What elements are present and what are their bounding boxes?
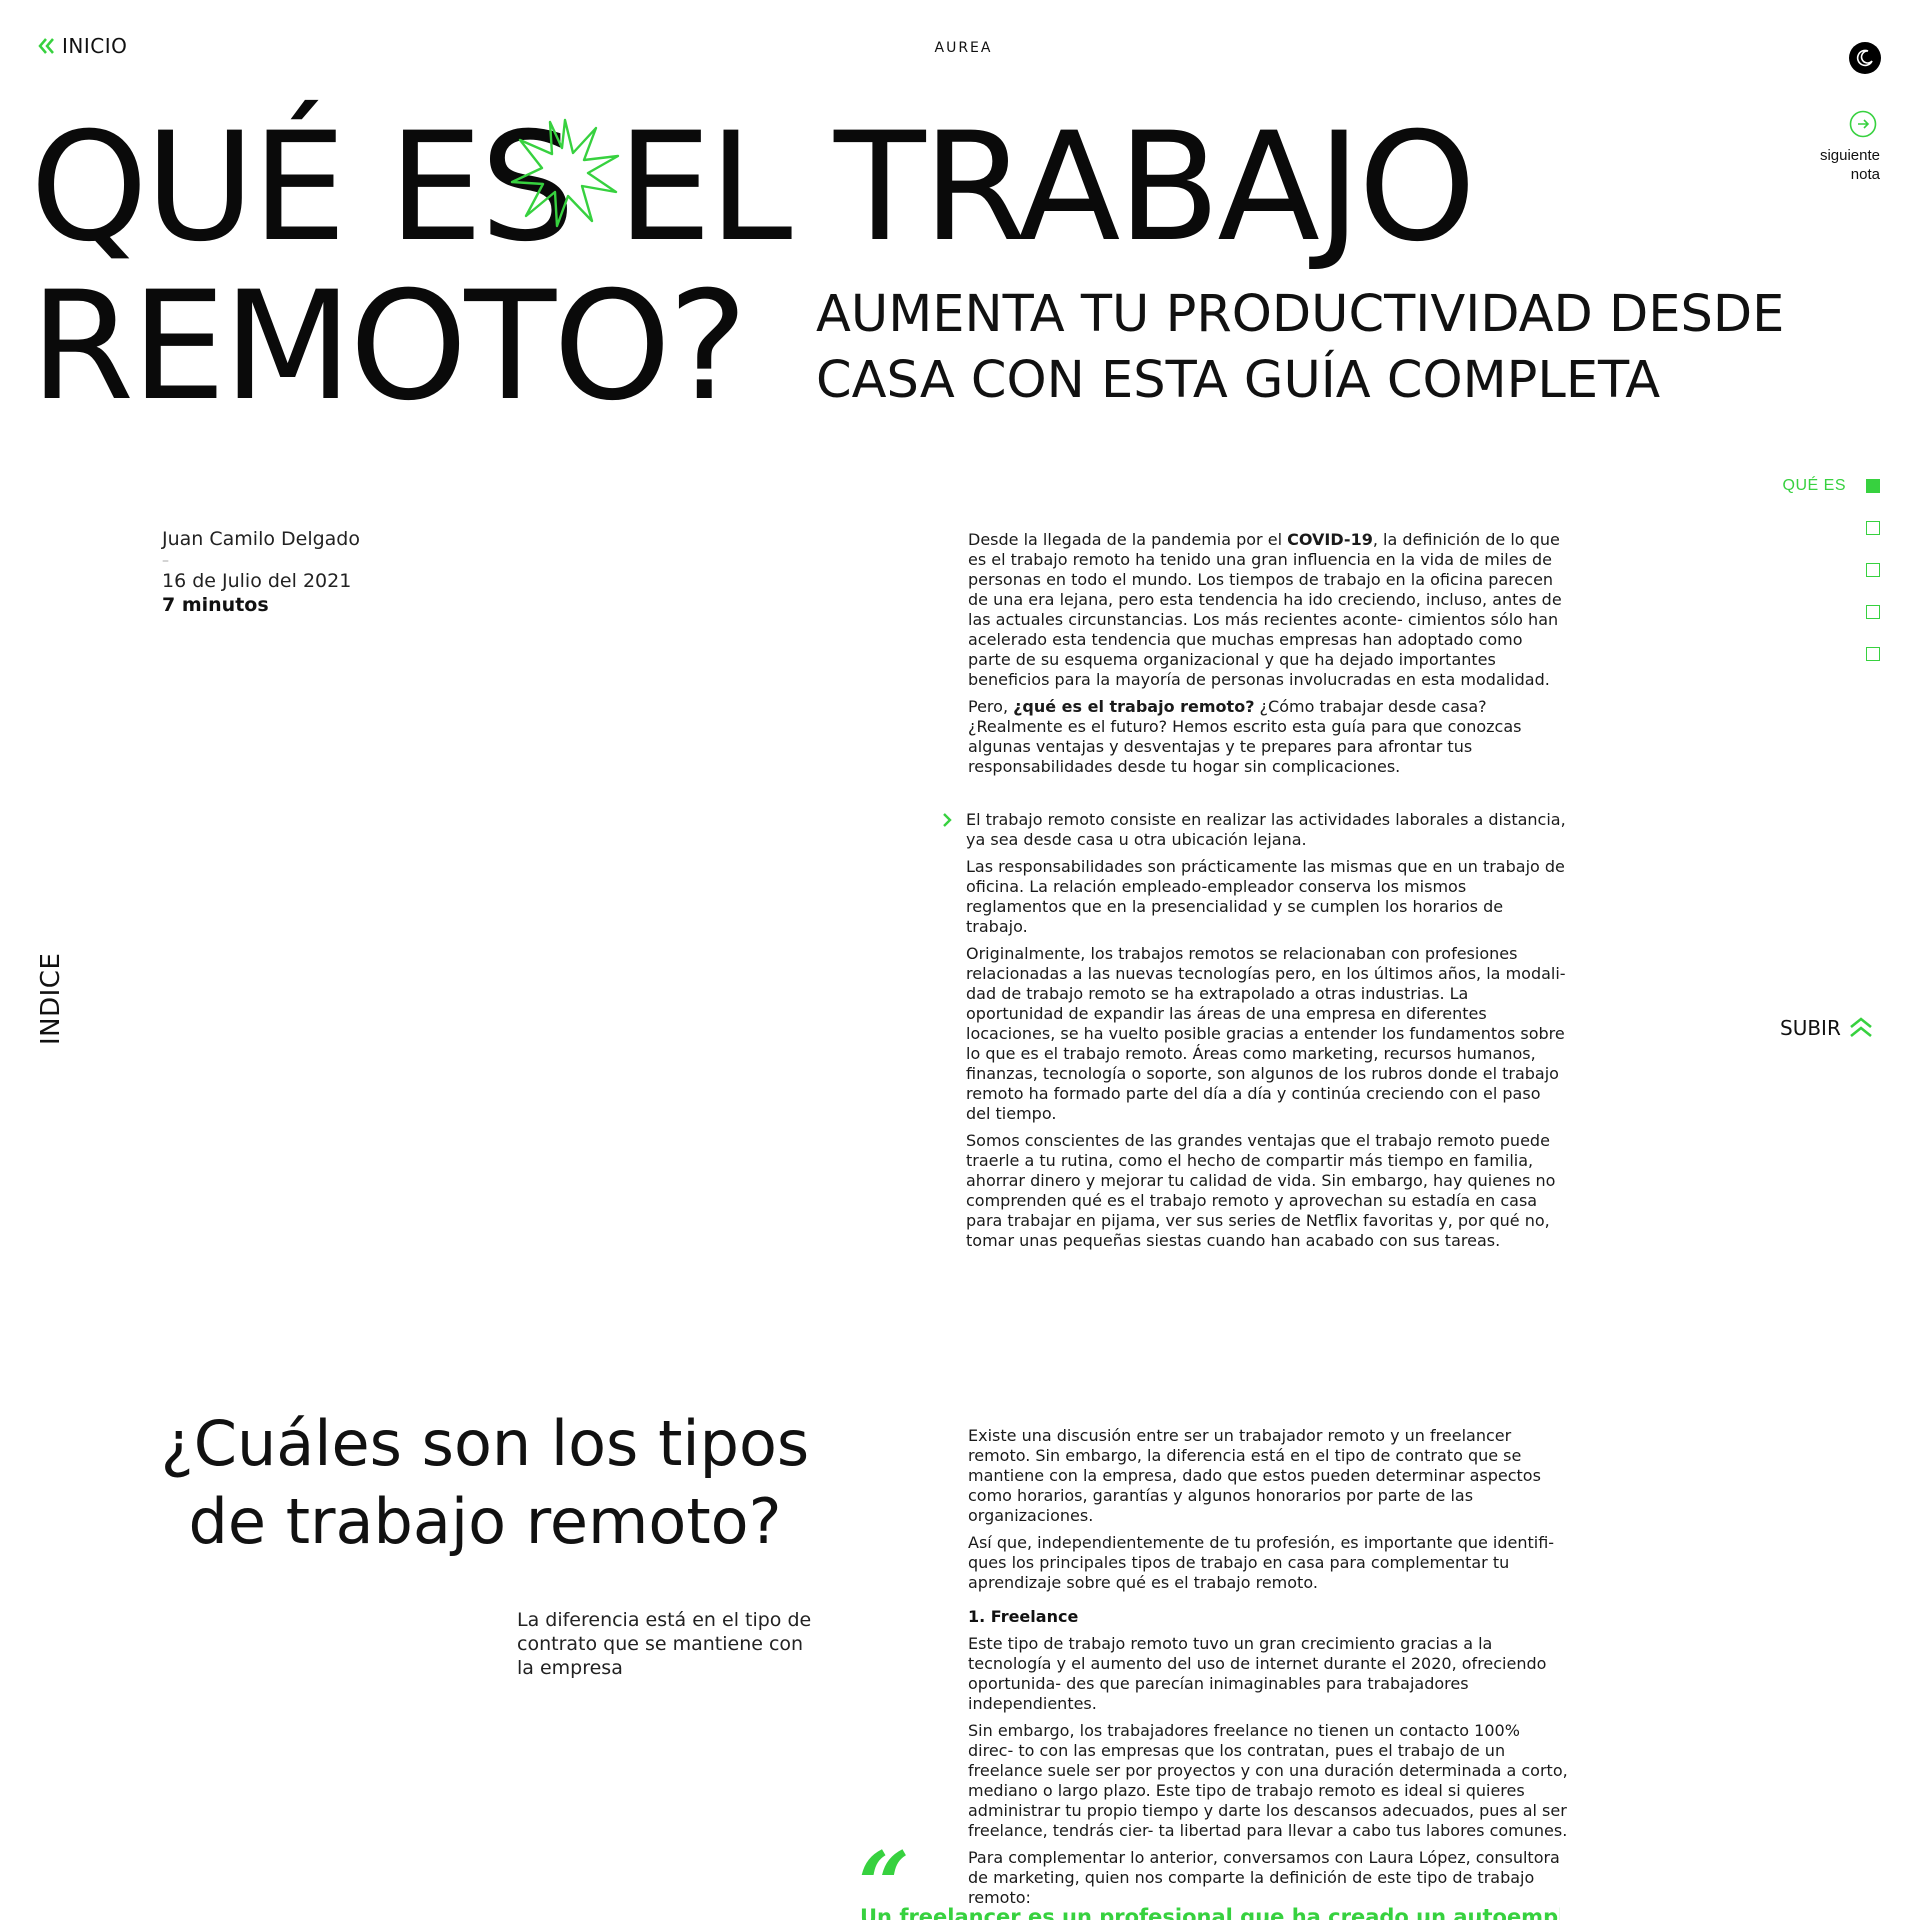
next-note-link[interactable]: siguiente nota	[1800, 110, 1880, 184]
types-paragraph: Así que, independientemente de tu profes…	[968, 1533, 1555, 1592]
section-index: QUÉ ES	[1700, 477, 1880, 663]
next-note-label: siguiente nota	[1819, 147, 1880, 183]
index-item-3[interactable]	[1700, 561, 1880, 579]
index-marker	[1866, 605, 1880, 619]
index-vertical-label: INDICE	[36, 952, 66, 1045]
index-toggle[interactable]: INDICE	[36, 935, 76, 1045]
arrow-right-circle-icon	[1849, 110, 1877, 138]
hero-subtitle: AUMENTA TU PRODUCTIVIDAD DESDE CASA CON …	[816, 285, 1785, 410]
intro-paragraph: Desde la llegada de la pandemia por el C…	[968, 530, 1562, 689]
index-marker	[1866, 521, 1880, 535]
intro-paragraph: Pero, ¿qué es el trabajo remoto? ¿Cómo t…	[968, 697, 1522, 776]
star-burst-icon	[510, 118, 620, 228]
index-marker	[1866, 647, 1880, 661]
scroll-to-top-button[interactable]: SUBIR	[1780, 1016, 1873, 1040]
types-paragraph: Existe una discusión entre ser un trabaj…	[968, 1426, 1541, 1525]
freelance-paragraph: Para complementar lo anterior, conversam…	[968, 1848, 1560, 1907]
subsection-title-freelance: 1. Freelance	[968, 1607, 1079, 1626]
hero-title-line-2: REMOTO?	[30, 260, 748, 434]
chevron-right-icon	[943, 813, 952, 827]
publish-date: 16 de Julio del 2021	[162, 570, 352, 592]
definition-section: El trabajo remoto consiste en realizar l…	[966, 810, 1566, 1258]
index-item-que-es[interactable]: QUÉ ES	[1700, 477, 1880, 495]
hero-title-line-1: QUÉ ES EL TRABAJO	[30, 101, 1476, 275]
double-chevron-up-icon	[1850, 1017, 1872, 1038]
index-item-5[interactable]	[1700, 645, 1880, 663]
author-name: Juan Camilo Delgado	[162, 528, 360, 550]
types-intro: Existe una discusión entre ser un trabaj…	[968, 1426, 1568, 1600]
meta-separator: –	[162, 553, 169, 569]
section-heading-types: ¿Cuáles son los tipos de trabajo remoto?	[160, 1407, 810, 1558]
index-item-2[interactable]	[1700, 519, 1880, 537]
brand-logo: AUREA	[934, 40, 993, 56]
index-item-4[interactable]	[1700, 603, 1880, 621]
article-intro: Desde la llegada de la pandemia por el C…	[968, 530, 1568, 784]
pull-quote: La diferencia está en el tipo de contrat…	[517, 1609, 812, 1679]
definition-paragraph: Las responsabilidades son prácticamente …	[966, 857, 1565, 936]
definition-paragraph: Originalmente, los trabajos remotos se r…	[966, 944, 1566, 1123]
index-marker	[1866, 563, 1880, 577]
index-marker-active	[1866, 479, 1880, 493]
theme-toggle-button[interactable]	[1849, 42, 1881, 74]
read-time: 7 minutos	[162, 594, 269, 616]
definition-paragraph: Somos conscientes de las grandes ventaja…	[966, 1131, 1556, 1250]
freelance-section: Este tipo de trabajo remoto tuvo un gran…	[968, 1634, 1568, 1915]
definition-paragraph: El trabajo remoto consiste en realizar l…	[966, 810, 1566, 849]
index-item-label: QUÉ ES	[1782, 477, 1846, 494]
quote-text: Un freelancer es un profesional que ha c…	[860, 1905, 1560, 1920]
freelance-paragraph: Sin embargo, los trabajadores freelance …	[968, 1721, 1568, 1840]
article-meta: Juan Camilo Delgado – 16 de Julio del 20…	[162, 528, 360, 616]
moon-icon	[1856, 49, 1873, 67]
scroll-to-top-label: SUBIR	[1780, 1016, 1841, 1040]
freelance-paragraph: Este tipo de trabajo remoto tuvo un gran…	[968, 1634, 1547, 1713]
